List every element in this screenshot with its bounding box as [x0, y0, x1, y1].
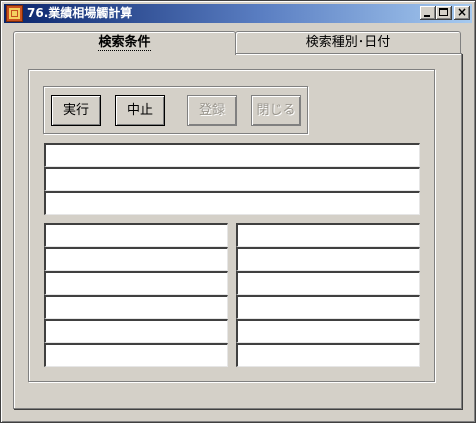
tab-label: 検索種別･日付: [305, 35, 391, 50]
right-field[interactable]: [236, 343, 420, 367]
right-field[interactable]: [236, 271, 420, 295]
right-field[interactable]: [236, 247, 420, 271]
title-bar[interactable]: 76.業績相場觸計算 ×: [4, 4, 472, 23]
maximize-icon: [439, 8, 448, 16]
maximize-button[interactable]: [436, 6, 452, 20]
close-icon: ×: [456, 5, 468, 19]
left-field[interactable]: [44, 271, 228, 295]
window-title: 76.業績相場觸計算: [27, 6, 133, 20]
register-button[interactable]: 登録: [187, 95, 237, 126]
text-field[interactable]: [44, 167, 420, 191]
left-field[interactable]: [44, 343, 228, 367]
left-field[interactable]: [44, 247, 228, 271]
app-icon[interactable]: [6, 5, 23, 22]
tab-search-conditions[interactable]: 検索条件: [13, 31, 236, 55]
right-field[interactable]: [236, 295, 420, 319]
left-field[interactable]: [44, 319, 228, 343]
left-field[interactable]: [44, 223, 228, 247]
close-window-button[interactable]: ×: [454, 5, 470, 20]
run-button[interactable]: 実行: [51, 95, 101, 126]
left-field[interactable]: [44, 295, 228, 319]
right-field[interactable]: [236, 319, 420, 343]
text-field[interactable]: [44, 191, 420, 215]
minimize-button[interactable]: [420, 6, 436, 20]
text-field[interactable]: [44, 143, 420, 167]
tab-label: 検索条件: [98, 35, 151, 51]
minimize-icon: [424, 15, 430, 17]
tab-search-type-date[interactable]: 検索種別･日付: [235, 31, 461, 53]
close-button[interactable]: 閉じる: [251, 95, 301, 126]
right-field[interactable]: [236, 223, 420, 247]
stop-button[interactable]: 中止: [115, 95, 165, 126]
